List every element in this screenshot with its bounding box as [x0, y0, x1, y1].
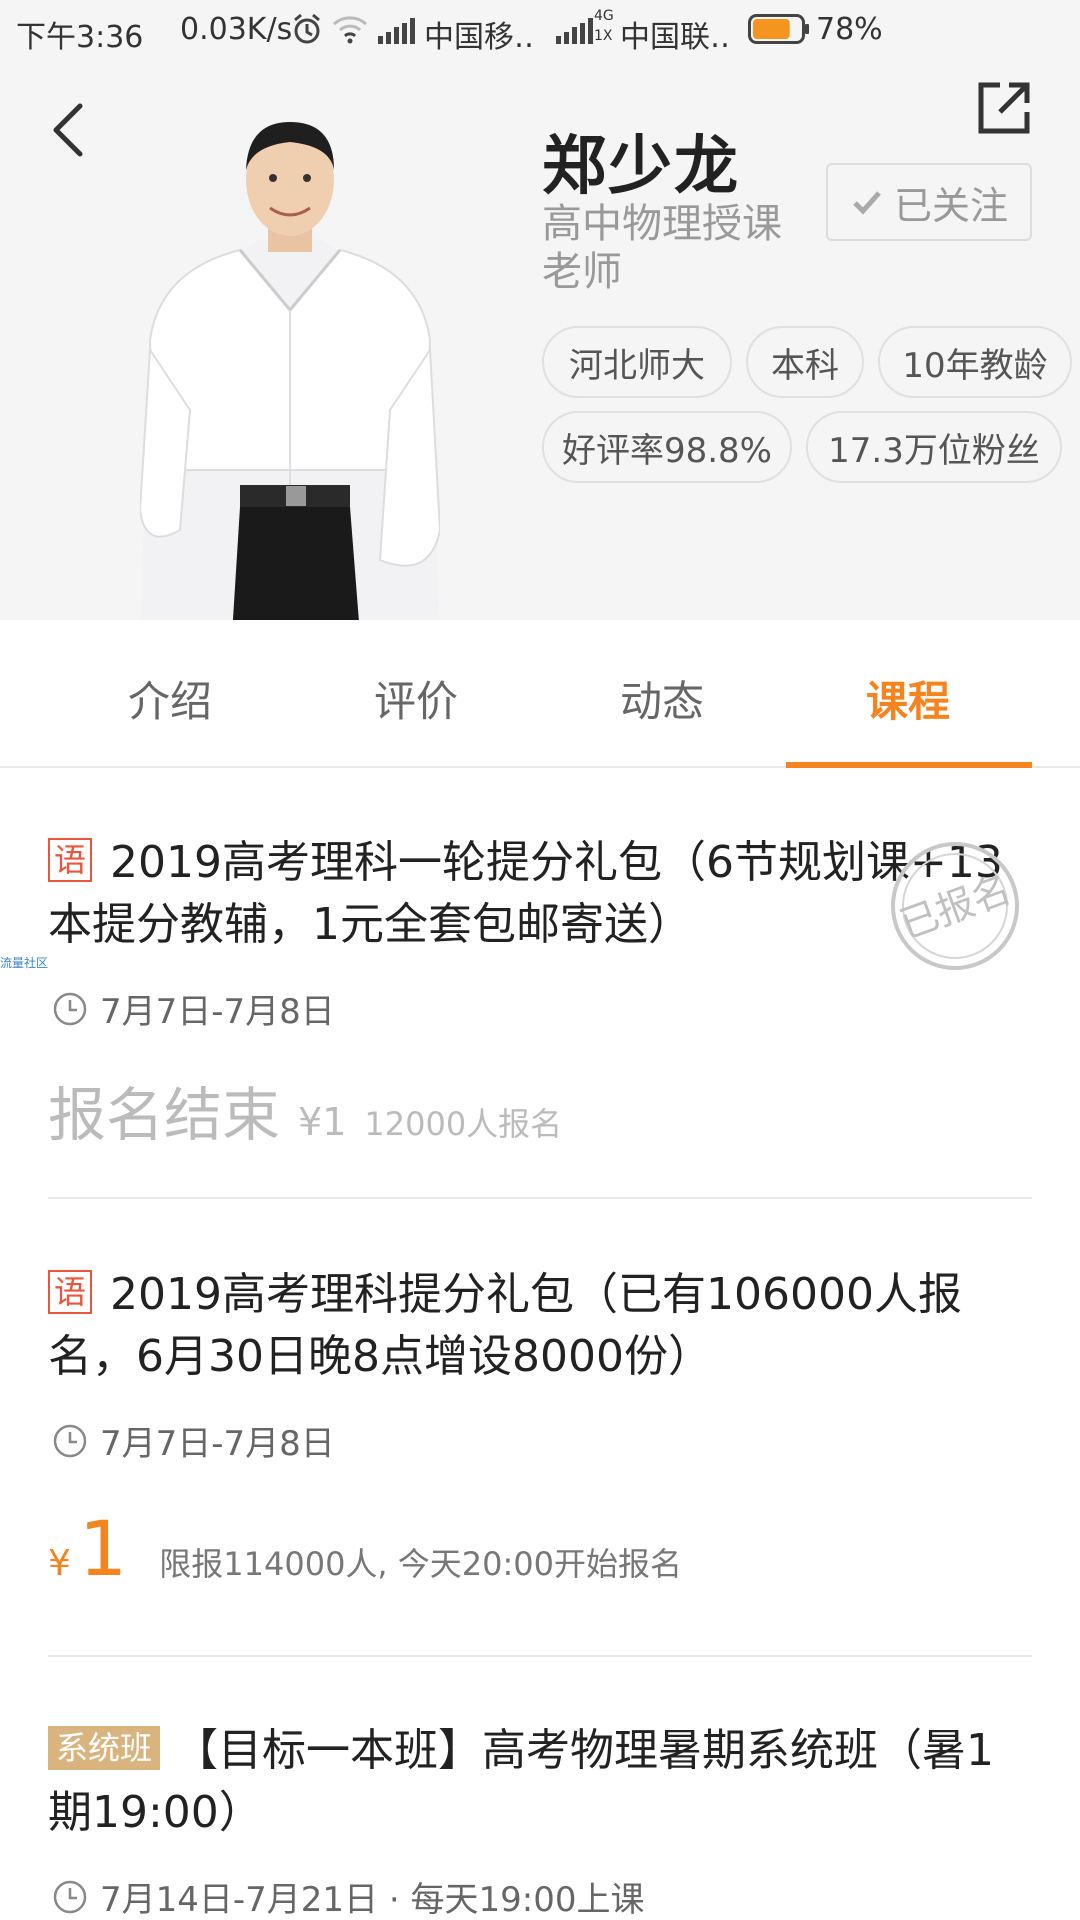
teacher-photo	[140, 122, 440, 635]
clock-icon	[53, 992, 87, 1025]
back-icon[interactable]	[48, 100, 88, 160]
course-date: 7月7日-7月8日	[100, 1424, 335, 1464]
tag-experience: 10年教龄	[878, 326, 1072, 398]
tag-fans: 17.3万位粉丝	[806, 411, 1062, 483]
tab-courses[interactable]: 课程	[866, 668, 950, 729]
course-status: 报名结束	[48, 1081, 281, 1149]
tag-degree: 本科	[746, 326, 864, 398]
divider	[48, 1197, 1032, 1199]
course-date-row: 7月14日-7月21日 · 每天19:00上课	[52, 1872, 644, 1920]
follow-label: 已关注	[893, 183, 1008, 228]
battery-icon	[748, 14, 809, 44]
course-badge: 语	[48, 838, 92, 882]
signal-icon	[378, 18, 418, 44]
course-date: 7月7日-7月8日	[100, 992, 335, 1032]
course-date-row: 7月7日-7月8日	[52, 984, 335, 1033]
net-type-bottom: 1X	[594, 28, 613, 44]
course-badge: 语	[48, 1270, 92, 1314]
course-price: 1	[78, 1504, 128, 1593]
course-title: 语 2019高考理科提分礼包（已有106000人报名，6月30日晚8点增设8000…	[48, 1269, 962, 1382]
status-time: 下午3:36	[16, 20, 144, 55]
signal-icon-2	[556, 18, 596, 44]
watermark: 流量社区	[0, 956, 49, 970]
teacher-subject: 高中物理授课老师	[542, 201, 782, 295]
course-enrolled: 12000人报名	[364, 1105, 563, 1143]
tab-reviews[interactable]: 评价	[374, 668, 458, 729]
network-speed: 0.03K/s	[180, 12, 293, 47]
active-tab-indicator	[786, 762, 1032, 768]
enrolled-stamp: 已报名	[891, 842, 1019, 970]
clock-icon	[53, 1424, 87, 1457]
alarm-icon	[294, 13, 320, 44]
course-date-row: 7月7日-7月8日	[52, 1416, 335, 1465]
course-date: 7月14日-7月21日 · 每天19:00上课	[100, 1880, 645, 1920]
course-price: ¥1	[298, 1100, 347, 1144]
price-symbol: ¥	[48, 1543, 71, 1584]
teacher-header: 郑少龙 高中物理授课老师 已关注 河北师大 本科 10年教龄 好评率98.8% …	[0, 60, 1080, 635]
battery-percent: 78%	[816, 12, 883, 47]
course-title: 系统班 【目标一本班】高考物理暑期系统班（暑1期19:00）	[48, 1725, 995, 1838]
net-type-top: 4G	[594, 8, 614, 24]
status-bar: 下午3:36 0.03K/s 中国移‥ 4G 1X 中国联‥ 78%	[0, 0, 1080, 60]
carrier-1: 中国移‥	[424, 20, 535, 55]
tab-posts[interactable]: 动态	[620, 668, 704, 729]
teacher-name: 郑少龙	[542, 130, 740, 204]
divider	[48, 1655, 1032, 1657]
course-limit: 限报114000人, 今天20:00开始报名	[159, 1545, 682, 1583]
carrier-2: 中国联‥	[620, 20, 731, 55]
course-footer: ¥ 1 限报114000人, 今天20:00开始报名	[48, 1504, 682, 1593]
tag-rating: 好评率98.8%	[542, 411, 792, 483]
course-card-2[interactable]: 语 2019高考理科提分礼包（已有106000人报名，6月30日晚8点增设8000…	[48, 1264, 1032, 1604]
tab-intro[interactable]: 介绍	[128, 668, 212, 729]
wifi-icon	[333, 16, 367, 44]
tag-school: 河北师大	[542, 326, 732, 398]
tab-bar: 介绍 评价 动态 课程	[0, 620, 1080, 768]
course-footer: 报名结束 ¥1 12000人报名	[48, 1068, 562, 1152]
clock-icon	[53, 1880, 87, 1913]
course-card-3[interactable]: 系统班 【目标一本班】高考物理暑期系统班（暑1期19:00） 7月14日-7月21…	[48, 1720, 1032, 1920]
course-badge: 系统班	[48, 1726, 161, 1770]
follow-button[interactable]: 已关注	[826, 163, 1032, 241]
check-icon	[853, 191, 881, 215]
share-icon[interactable]	[976, 80, 1032, 136]
